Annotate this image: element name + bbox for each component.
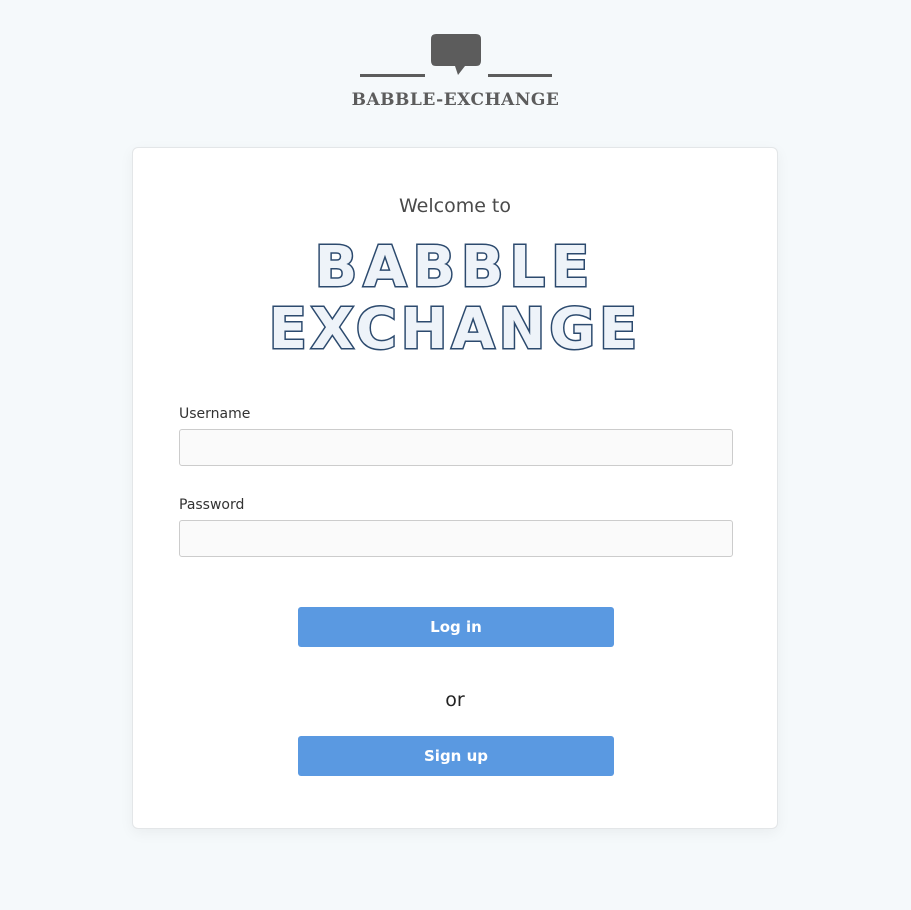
logo-line-right xyxy=(488,74,552,77)
signup-button[interactable]: Sign up xyxy=(298,736,614,776)
logo-line-1: BABBLE xyxy=(315,235,595,300)
password-label: Password xyxy=(179,497,245,513)
babble-exchange-logo: BABBLE EXCHANGE xyxy=(267,234,642,363)
or-divider-text: or xyxy=(445,689,465,711)
username-label: Username xyxy=(179,406,251,422)
speech-bubble-icon xyxy=(431,34,481,75)
brand-wordmark: BABBLE-EXCHANGE xyxy=(351,90,560,110)
logo-line-2: EXCHANGE xyxy=(269,297,642,362)
logo-line-left xyxy=(360,74,425,77)
username-input[interactable] xyxy=(179,429,733,466)
login-card: Welcome to BABBLE EXCHANGE Username Pass… xyxy=(132,147,778,829)
welcome-heading: Welcome to xyxy=(398,195,512,217)
password-input[interactable] xyxy=(179,520,733,557)
header-logo: BABBLE-EXCHANGE xyxy=(0,0,911,120)
login-button[interactable]: Log in xyxy=(298,607,614,647)
